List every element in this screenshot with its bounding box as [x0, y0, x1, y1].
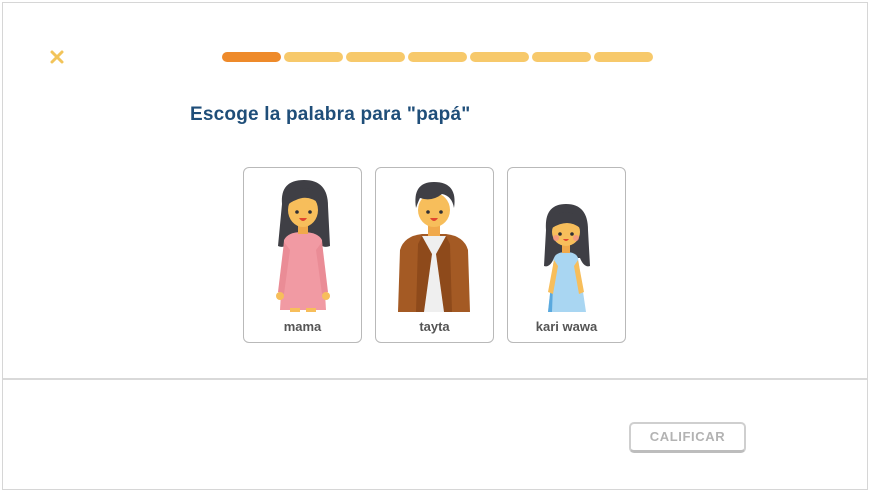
progress-segment	[346, 52, 405, 62]
option-card-mama[interactable]: mama	[243, 167, 362, 343]
footer-divider	[3, 378, 867, 380]
progress-segment	[532, 52, 591, 62]
man-figure-icon	[398, 182, 470, 312]
progress-bar	[222, 52, 653, 62]
option-card-kari-wawa[interactable]: kari wawa	[507, 167, 626, 343]
option-label: kari wawa	[535, 319, 598, 334]
close-icon[interactable]	[49, 49, 65, 65]
answer-options: mama tayta kari wawa	[243, 167, 626, 343]
option-label: mama	[283, 319, 322, 334]
progress-segment	[222, 52, 281, 62]
progress-segment	[408, 52, 467, 62]
woman-figure-icon	[276, 180, 330, 312]
lesson-frame: Escoge la palabra para "papá" mama tayta…	[2, 2, 868, 490]
progress-segment	[470, 52, 529, 62]
girl-figure-icon	[544, 204, 590, 312]
progress-segment	[594, 52, 653, 62]
option-card-tayta[interactable]: tayta	[375, 167, 494, 343]
progress-segment	[284, 52, 343, 62]
check-button[interactable]: CALIFICAR	[629, 422, 746, 453]
question-prompt: Escoge la palabra para "papá"	[190, 104, 471, 125]
option-label: tayta	[419, 319, 450, 334]
